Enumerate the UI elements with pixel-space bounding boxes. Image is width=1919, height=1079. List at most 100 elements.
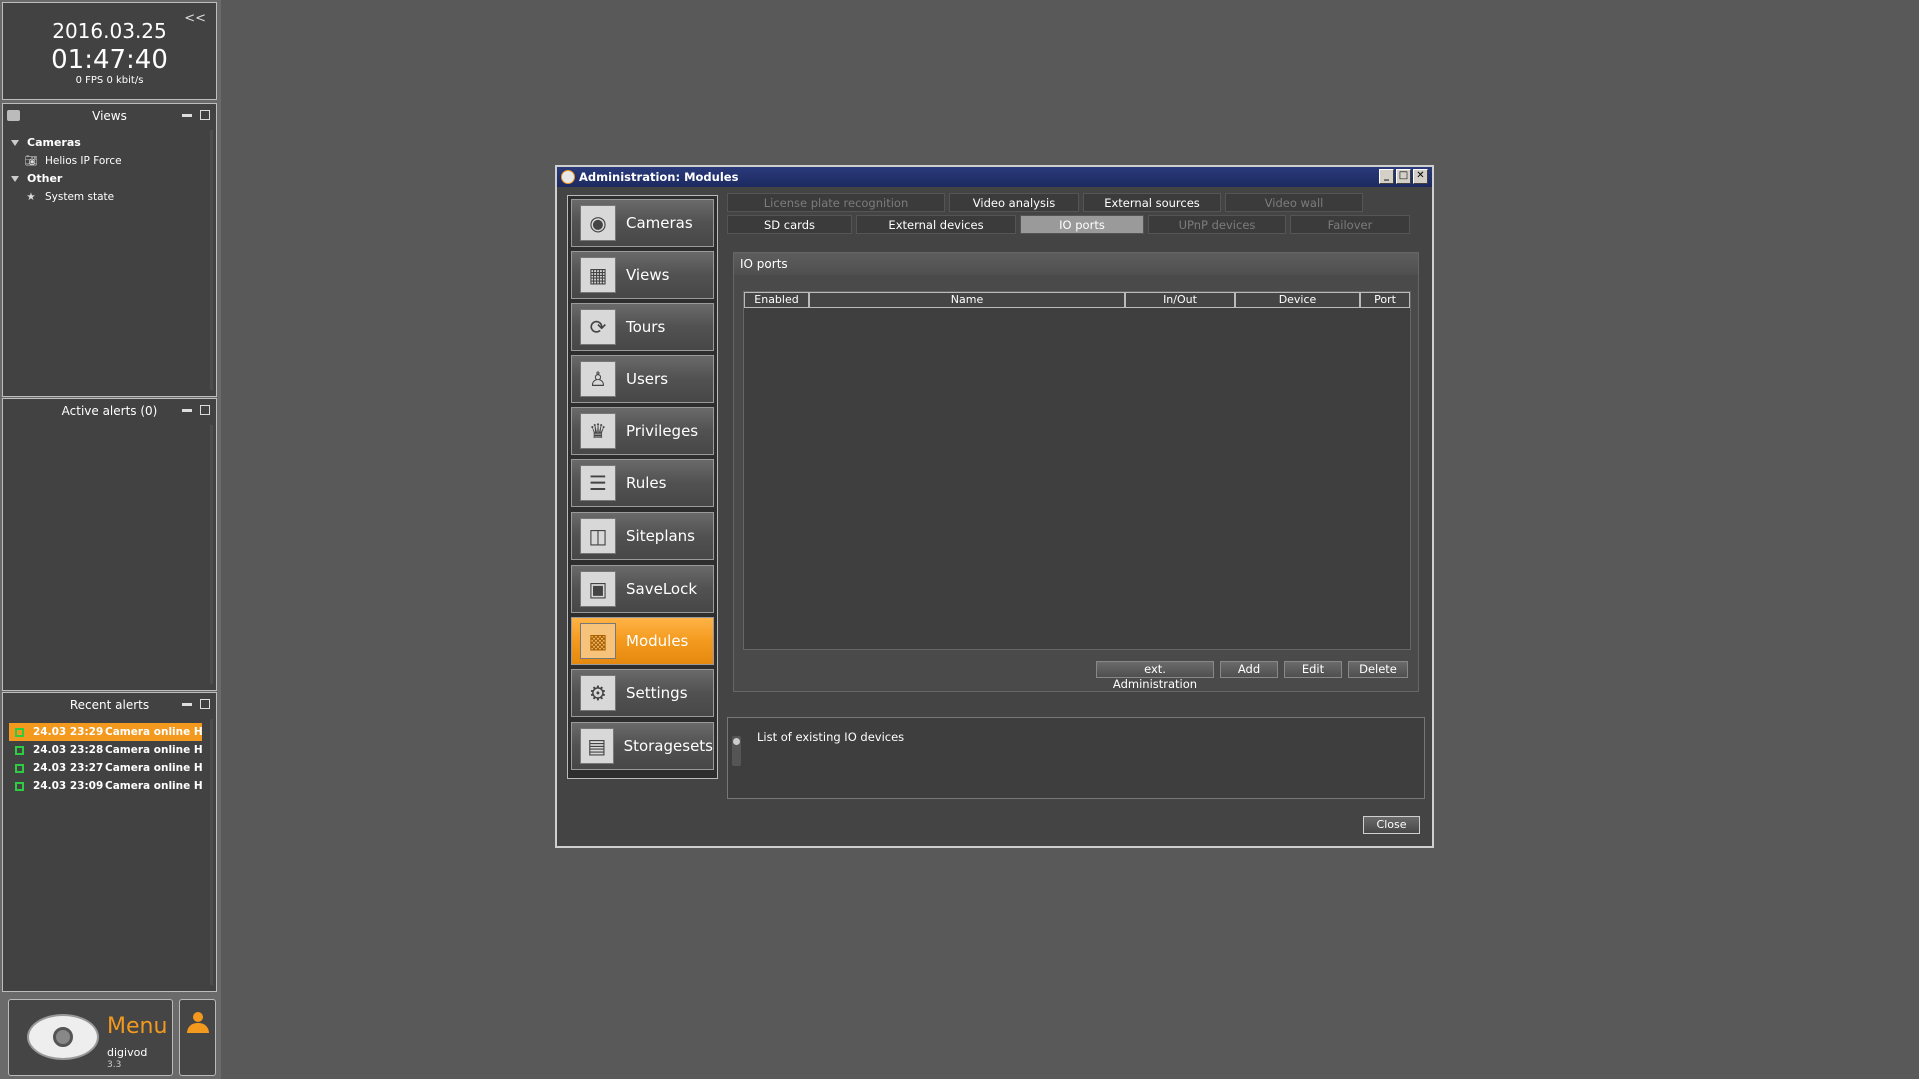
tab-sd-cards[interactable]: SD cards: [727, 215, 852, 234]
administration-dialog: Administration: Modules _ □ ✕ ◉ Cameras ▦…: [555, 165, 1434, 848]
clock-panel: 2016.03.25 01:47:40 0 FPS 0 kbit/s <<: [2, 2, 217, 100]
nav-users[interactable]: ♙ Users: [571, 355, 714, 403]
views-panel: Views Cameras 📷︎ Helios IP Force Other ★ S…: [2, 103, 217, 397]
maximize-pane-button[interactable]: [200, 699, 210, 709]
tab-external-sources[interactable]: External sources: [1083, 193, 1221, 212]
column-header-in-out[interactable]: In/Out: [1125, 292, 1235, 308]
modules-icon: ▩: [580, 623, 616, 659]
camera-icon: 📷︎: [24, 155, 38, 167]
tab-video-analysis[interactable]: Video analysis: [949, 193, 1079, 212]
close-window-button[interactable]: ✕: [1413, 169, 1428, 184]
scroll-thumb[interactable]: [733, 738, 740, 745]
user-icon: ♙: [580, 361, 616, 397]
user-icon: [193, 1012, 203, 1022]
nav-rules[interactable]: ☰ Rules: [571, 459, 714, 507]
nav-tours[interactable]: ⟳ Tours: [571, 303, 714, 351]
close-button[interactable]: Close: [1363, 816, 1420, 834]
nav-privileges[interactable]: ♛ Privileges: [571, 407, 714, 455]
tree-item-camera[interactable]: 📷︎ Helios IP Force: [11, 152, 121, 170]
tab-external-devices[interactable]: External devices: [856, 215, 1016, 234]
nav-storagesets[interactable]: ▤ Storagesets: [571, 722, 714, 770]
star-icon: ★: [26, 191, 36, 203]
nav-siteplans[interactable]: ◫ Siteplans: [571, 512, 714, 560]
rules-icon: ☰: [580, 465, 616, 501]
list-item[interactable]: 24.03 23:28Camera online Helic: [9, 741, 202, 759]
admin-navigation: ◉ Cameras ▦ Views ⟳ Tours ♙ Users ♛ Privilege…: [567, 195, 718, 779]
list-item[interactable]: 24.03 23:09Camera online Helic: [9, 777, 202, 795]
add-button[interactable]: Add: [1220, 661, 1278, 678]
nav-cameras[interactable]: ◉ Cameras: [571, 199, 714, 247]
nav-settings[interactable]: ⚙ Settings: [571, 669, 714, 717]
left-panel: 2016.03.25 01:47:40 0 FPS 0 kbit/s << Vi…: [0, 0, 221, 1079]
column-header-enabled[interactable]: Enabled: [744, 292, 809, 308]
status-indicator-icon: [15, 745, 24, 755]
nav-modules[interactable]: ▩ Modules: [571, 617, 714, 665]
status-indicator-icon: [15, 727, 24, 737]
list-item[interactable]: 24.03 23:29Camera online Helic: [9, 723, 202, 741]
current-time: 01:47:40: [51, 45, 168, 75]
views-tree: Cameras 📷︎ Helios IP Force Other ★ System …: [11, 134, 122, 206]
version-label: 3.3: [107, 1060, 122, 1070]
tree-item-system-state[interactable]: ★ System state: [11, 188, 122, 206]
menu-bar: Menu digivod 3.3: [2, 995, 217, 1077]
maximize-pane-button[interactable]: [200, 405, 210, 415]
camera-icon: ◉: [580, 205, 616, 241]
expand-triangle-icon[interactable]: [11, 176, 19, 182]
description-box: List of existing IO devices: [727, 717, 1425, 799]
tab-io-ports[interactable]: IO ports: [1020, 215, 1144, 234]
scrollbar[interactable]: [210, 130, 213, 390]
status-indicator-icon: [15, 763, 24, 773]
maximize-window-button[interactable]: □: [1396, 169, 1411, 184]
io-ports-group: IO ports Enabled Name In/Out Device Port…: [733, 252, 1419, 692]
minimize-pane-button[interactable]: [182, 699, 192, 706]
column-header-name[interactable]: Name: [809, 292, 1125, 308]
delete-button[interactable]: Delete: [1348, 661, 1408, 678]
tab-upnp-devices[interactable]: UPnP devices: [1148, 215, 1286, 234]
stream-stats: 0 FPS 0 kbit/s: [75, 75, 144, 86]
grid-icon: ▦: [580, 257, 616, 293]
maximize-pane-button[interactable]: [200, 110, 210, 120]
minimize-pane-button[interactable]: [182, 110, 192, 117]
gears-icon: ⚙: [580, 675, 616, 711]
module-tabs: License plate recognition Video analysis…: [727, 193, 1425, 239]
collapse-panel-button[interactable]: <<: [184, 11, 206, 26]
tree-group-cameras[interactable]: Cameras: [11, 134, 122, 152]
user-button[interactable]: [179, 999, 216, 1076]
tab-video-wall[interactable]: Video wall: [1225, 193, 1363, 212]
minimize-pane-button[interactable]: [182, 405, 192, 412]
tree-group-other[interactable]: Other: [11, 170, 122, 188]
column-header-port[interactable]: Port: [1360, 292, 1410, 308]
tab-failover[interactable]: Failover: [1290, 215, 1410, 234]
table-header: Enabled Name In/Out Device Port: [744, 292, 1410, 308]
status-indicator-icon: [15, 781, 24, 791]
brand-name: digivod: [107, 1046, 148, 1059]
description-text: List of existing IO devices: [757, 730, 905, 744]
io-ports-table[interactable]: Enabled Name In/Out Device Port: [743, 291, 1411, 650]
expand-triangle-icon[interactable]: [11, 140, 19, 146]
app-icon: [561, 170, 575, 184]
main-menu-button[interactable]: Menu digivod 3.3: [8, 999, 173, 1076]
privileges-icon: ♛: [580, 413, 616, 449]
scrollbar[interactable]: [210, 425, 213, 684]
active-alerts-panel: Active alerts (0): [2, 398, 217, 691]
recent-alerts-panel: Recent alerts 24.03 23:29 Camera online H…: [2, 692, 217, 992]
recent-alerts-list: 24.03 23:29Camera online Helic 24.03 23:…: [9, 723, 202, 795]
dialog-title: Administration: Modules: [579, 170, 739, 184]
tab-license-plate-recognition[interactable]: License plate recognition: [727, 193, 945, 212]
list-item[interactable]: 24.03 23:27Camera online Helic: [9, 759, 202, 777]
column-header-device[interactable]: Device: [1235, 292, 1360, 308]
eye-logo-icon: [27, 1014, 99, 1060]
siteplan-icon: ◫: [580, 518, 616, 554]
nav-savelock[interactable]: ▣ SaveLock: [571, 565, 714, 613]
ext-administration-button[interactable]: ext. Administration: [1096, 661, 1214, 691]
scrollbar[interactable]: [210, 719, 213, 985]
io-ports-title: IO ports: [734, 253, 1418, 275]
menu-label: Menu: [107, 1014, 168, 1039]
lock-icon: ▣: [580, 571, 616, 607]
tour-icon: ⟳: [580, 309, 616, 345]
dialog-titlebar[interactable]: Administration: Modules _ □ ✕: [557, 167, 1432, 187]
nav-views[interactable]: ▦ Views: [571, 251, 714, 299]
minimize-window-button[interactable]: _: [1379, 169, 1394, 184]
storage-icon: ▤: [580, 728, 614, 764]
edit-button[interactable]: Edit: [1284, 661, 1342, 678]
